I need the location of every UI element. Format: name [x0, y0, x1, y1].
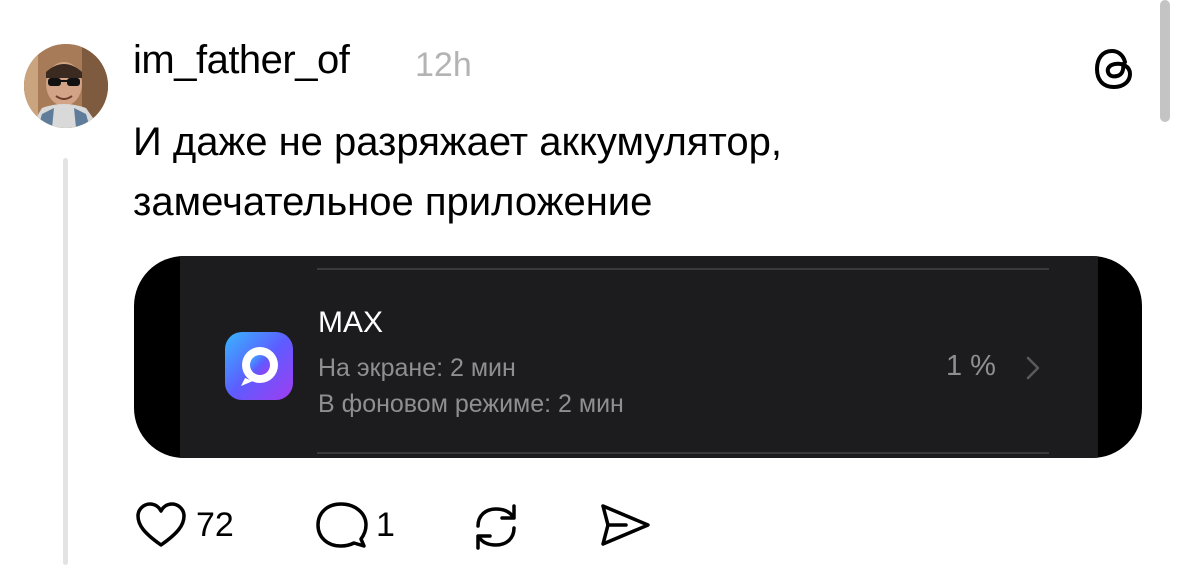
threads-logo-icon[interactable]: [1090, 44, 1140, 94]
reply-count: 1: [376, 505, 395, 544]
share-button[interactable]: [598, 500, 652, 550]
thread-line: [63, 158, 68, 565]
on-screen-time: На экране: 2 мин: [318, 354, 516, 382]
username[interactable]: im_father_of: [133, 38, 350, 83]
battery-percent: 1 %: [946, 350, 996, 382]
avatar[interactable]: [24, 44, 108, 128]
post-text: И даже не разряжает аккумулятор, замечат…: [133, 120, 783, 224]
profile-photo-icon: [24, 44, 108, 128]
comment-icon: [316, 502, 368, 548]
chevron-right-icon: [1026, 356, 1040, 380]
battery-usage-screenshot: MAX На экране: 2 мин В фоновом режиме: 2…: [180, 256, 1098, 458]
repost-icon: [476, 504, 516, 550]
reply-button[interactable]: 1: [314, 500, 395, 550]
app-name: MAX: [318, 306, 384, 339]
post-timestamp: 12h: [415, 46, 472, 84]
like-button[interactable]: 72: [134, 500, 234, 550]
like-count: 72: [196, 505, 234, 544]
heart-icon: [136, 502, 186, 547]
max-app-icon: [225, 332, 293, 400]
send-icon: [601, 504, 650, 546]
separator-top: [317, 268, 1049, 270]
separator-bottom: [317, 452, 1049, 454]
background-time: В фоновом режиме: 2 мин: [318, 390, 624, 418]
media-attachment[interactable]: MAX На экране: 2 мин В фоновом режиме: 2…: [134, 256, 1142, 458]
scrollbar[interactable]: [1160, 0, 1170, 122]
repost-button[interactable]: [468, 500, 524, 554]
